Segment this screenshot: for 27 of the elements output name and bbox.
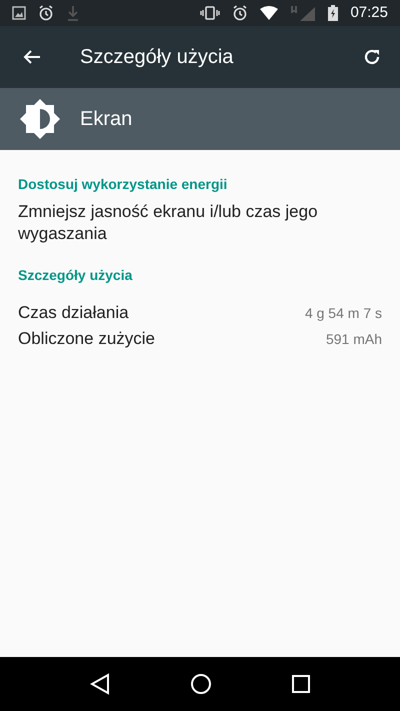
signal-icon: [290, 5, 316, 21]
square-icon: [292, 675, 310, 693]
wifi-icon: [260, 6, 278, 20]
alarm-icon: [232, 5, 248, 21]
triangle-icon: [90, 673, 110, 695]
back-nav-button[interactable]: [90, 673, 110, 695]
section-header: Szczegóły użycia: [17, 266, 134, 285]
detail-value: 591 mAh: [326, 330, 382, 348]
vibrate-icon: [200, 6, 220, 20]
download-icon: [66, 5, 80, 21]
list-item[interactable]: Zmniejsz jasność ekranu i/lub czas jego wygaszania: [0, 201, 400, 245]
header-title: Ekran: [80, 107, 132, 132]
alarm-icon: [38, 5, 54, 21]
detail-value: 4 g 54 m 7 s: [304, 304, 382, 323]
toolbar-title: Szczegóły użycia: [80, 45, 234, 70]
home-button[interactable]: [190, 673, 212, 695]
clock-time: 07:25: [350, 2, 388, 23]
circle-icon: [190, 673, 212, 695]
back-arrow-icon: [23, 49, 41, 65]
detail-label: Obliczone zużycie: [18, 328, 156, 350]
recents-button[interactable]: [292, 675, 310, 693]
detail-label: Czas działania: [18, 302, 129, 324]
battery-charging-icon: [328, 5, 338, 21]
brightness-icon: [18, 97, 62, 141]
section-header: Dostosuj wykorzystanie energii: [17, 175, 228, 194]
refresh-icon: [363, 48, 381, 66]
image-icon: [12, 6, 26, 20]
